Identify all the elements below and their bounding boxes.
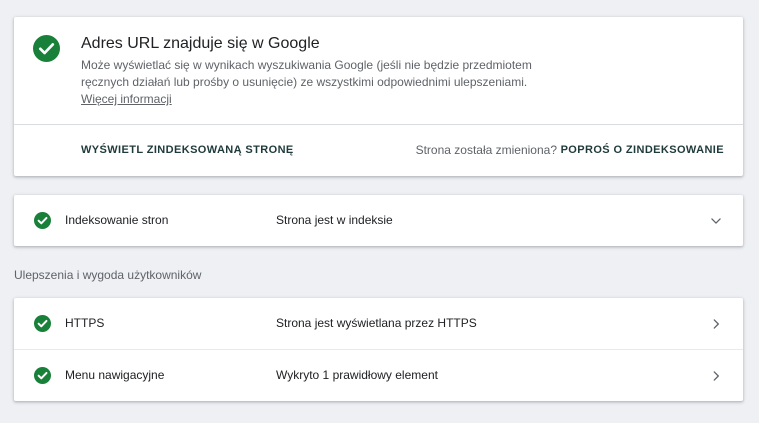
status-title: Adres URL znajduje się w Google <box>81 35 320 52</box>
row-value: Wykryto 1 prawidłowy element <box>276 368 438 382</box>
section-title: Ulepszenia i wygoda użytkowników <box>14 268 202 282</box>
row-label: Menu nawigacyjne <box>65 368 165 382</box>
learn-more-link[interactable]: Więcej informacji <box>81 91 172 107</box>
chevron-right-icon[interactable] <box>709 317 723 331</box>
divider <box>14 124 743 125</box>
chevron-right-icon[interactable] <box>709 369 723 383</box>
https-row[interactable]: HTTPS Strona jest wyświetlana przez HTTP… <box>14 298 743 349</box>
row-value: Strona jest w indeksie <box>276 213 393 227</box>
view-indexed-page-button[interactable]: WYŚWIETL ZINDEKSOWANĄ STRONĘ <box>81 143 294 157</box>
row-value: Strona jest wyświetlana przez HTTPS <box>276 316 477 330</box>
page-indexing-card: Indeksowanie stron Strona jest w indeksi… <box>14 195 743 246</box>
page-changed-text: Strona została zmieniona? <box>415 143 557 157</box>
enhancements-card: HTTPS Strona jest wyświetlana przez HTTP… <box>14 298 743 401</box>
check-circle-icon <box>33 35 60 62</box>
status-summary: Adres URL znajduje się w Google Może wyś… <box>14 17 743 124</box>
url-status-card: Adres URL znajduje się w Google Może wyś… <box>14 17 743 176</box>
request-indexing-button[interactable]: POPROŚ O ZINDEKSOWANIE <box>561 143 724 157</box>
row-label: Indeksowanie stron <box>65 213 169 227</box>
check-circle-icon <box>34 315 51 332</box>
check-circle-icon <box>34 367 51 384</box>
check-circle-icon <box>34 212 51 229</box>
breadcrumbs-row[interactable]: Menu nawigacyjne Wykryto 1 prawidłowy el… <box>14 350 743 401</box>
row-label: HTTPS <box>65 316 105 330</box>
status-description: Może wyświetlać się w wynikach wyszukiwa… <box>81 58 532 89</box>
page-indexing-row[interactable]: Indeksowanie stron Strona jest w indeksi… <box>14 195 743 246</box>
chevron-down-icon[interactable] <box>709 214 723 228</box>
